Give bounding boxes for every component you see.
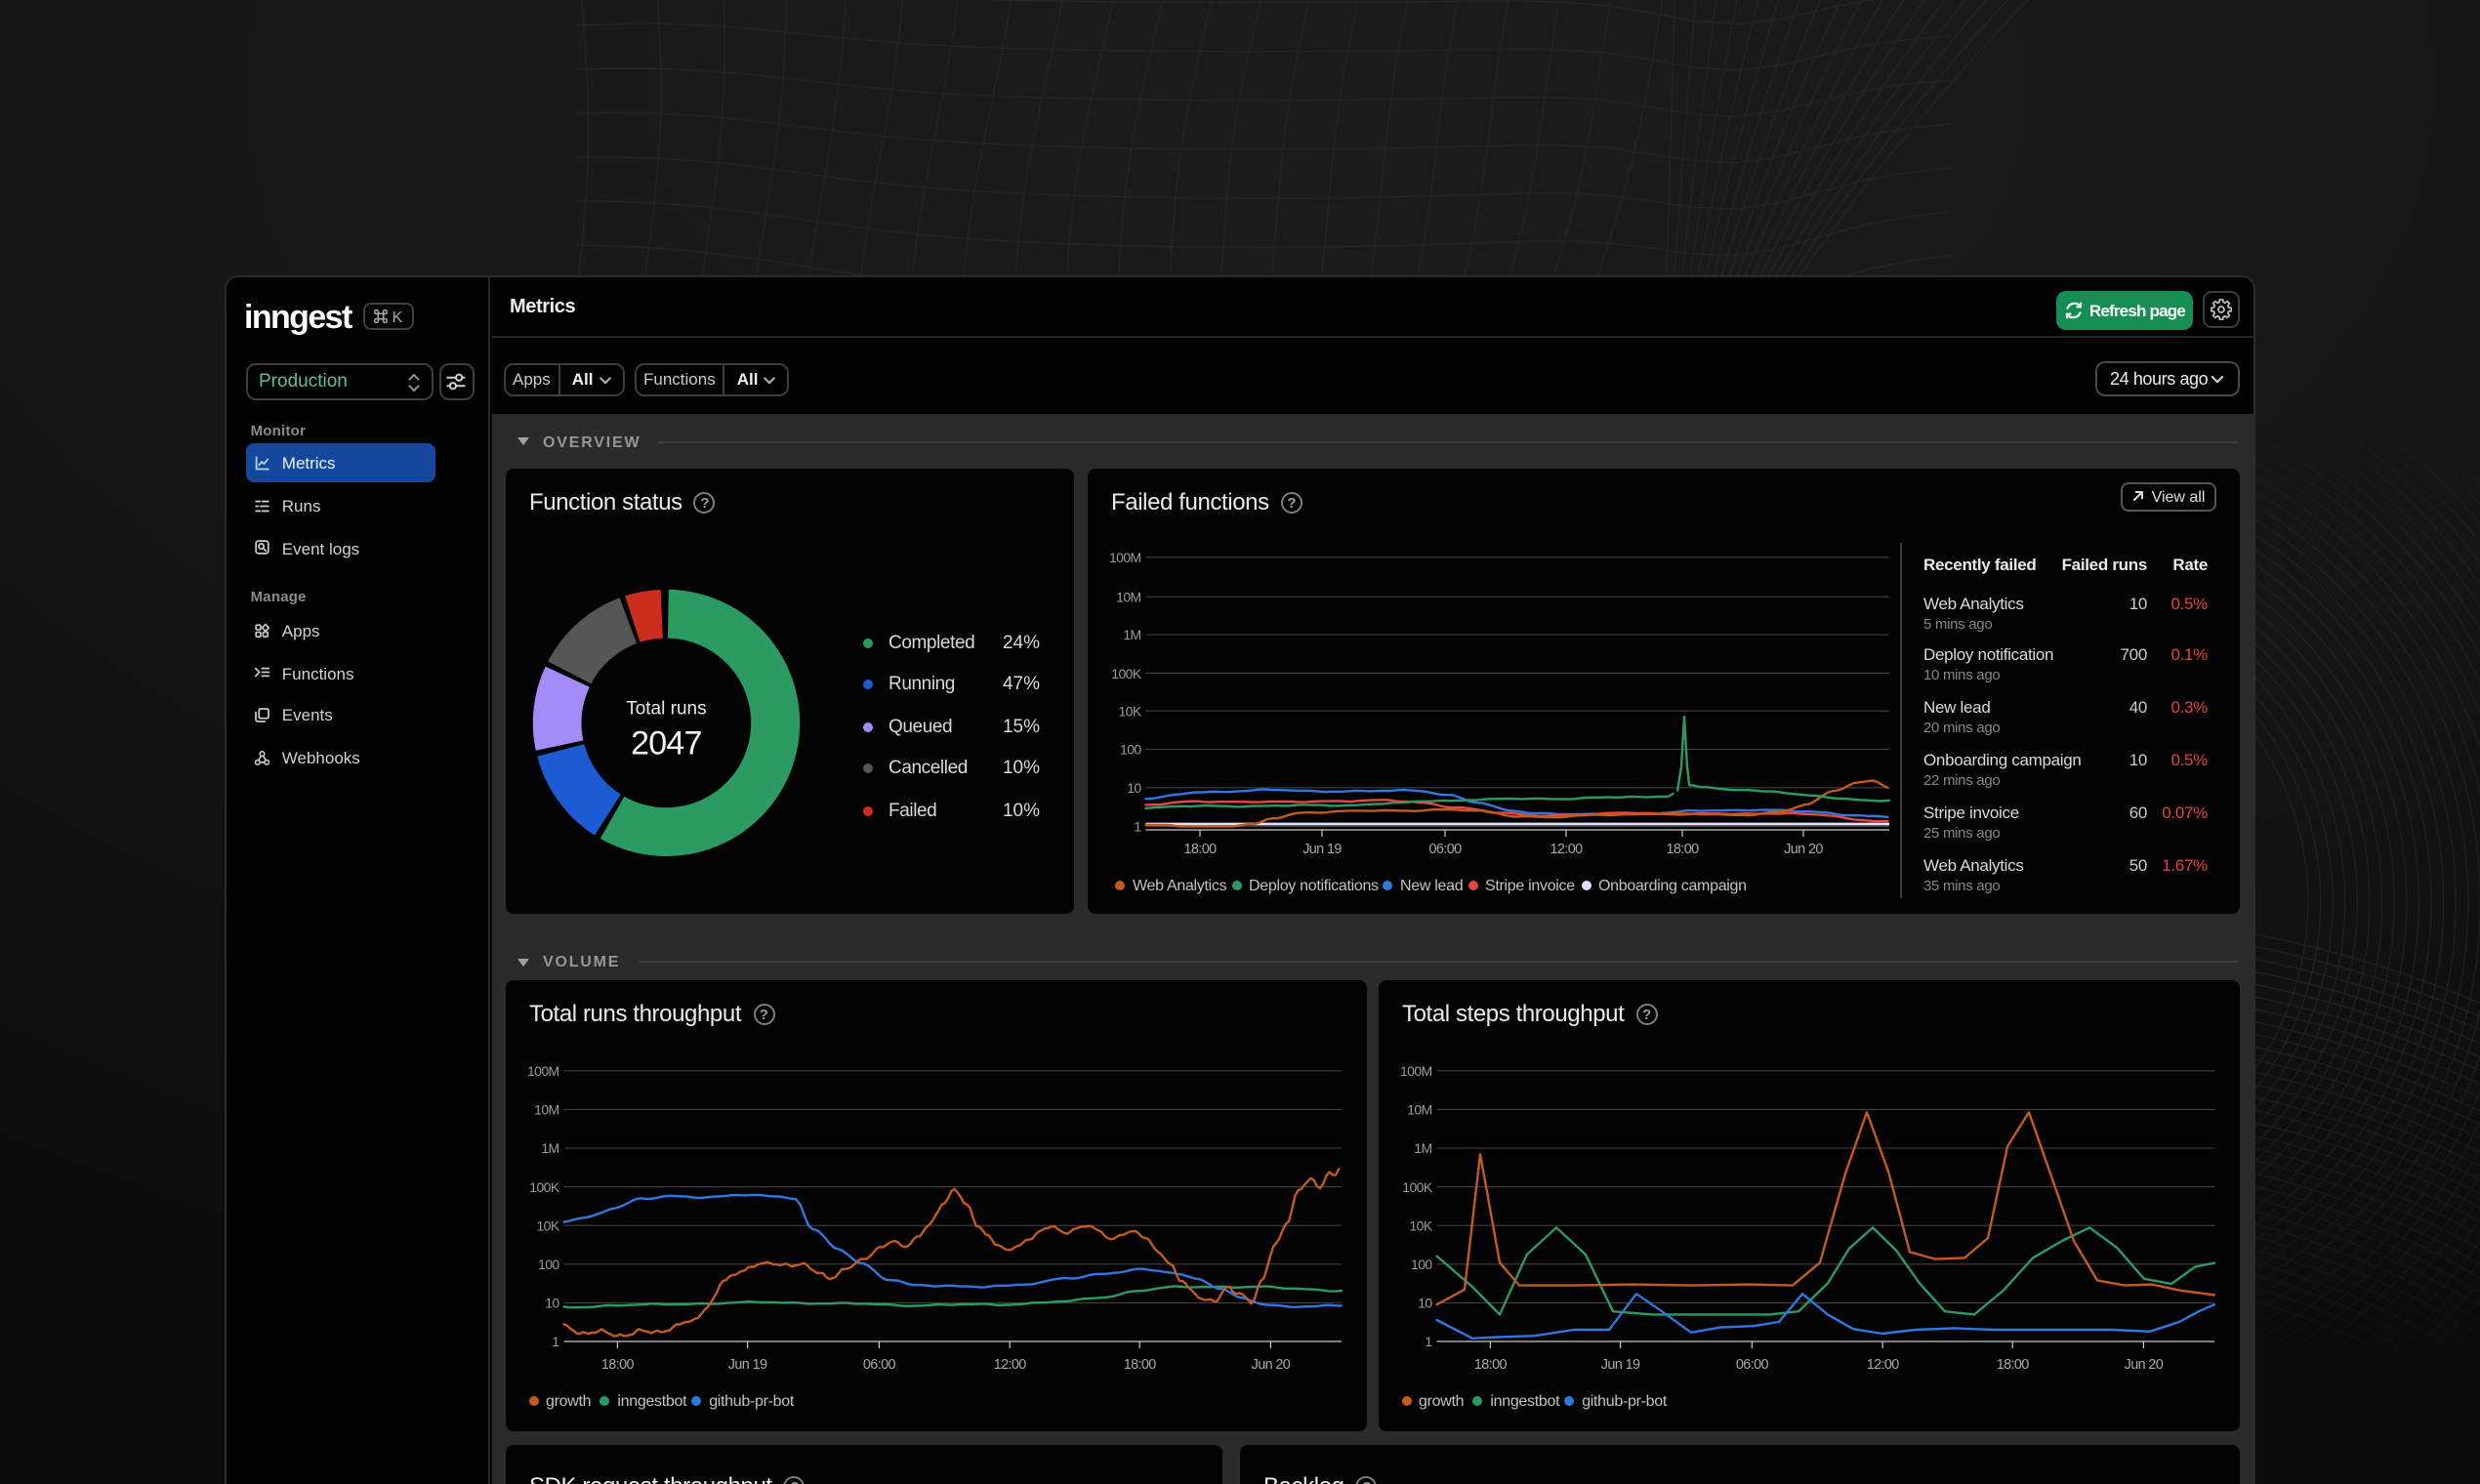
svg-text:Jun 20: Jun 20 <box>1252 1357 1291 1373</box>
svg-text:12:00: 12:00 <box>1550 842 1583 857</box>
svg-text:06:00: 06:00 <box>1736 1357 1769 1373</box>
svg-text:10: 10 <box>1127 780 1141 796</box>
svg-text:Jun 19: Jun 19 <box>1601 1357 1640 1373</box>
svg-text:10M: 10M <box>534 1102 558 1118</box>
svg-text:Jun 20: Jun 20 <box>2125 1357 2164 1373</box>
svg-text:1M: 1M <box>1414 1140 1431 1156</box>
svg-text:1M: 1M <box>1123 627 1140 642</box>
svg-text:2047: 2047 <box>631 724 701 762</box>
svg-text:1: 1 <box>1425 1334 1432 1349</box>
svg-text:18:00: 18:00 <box>1997 1357 2030 1373</box>
svg-text:1: 1 <box>1134 819 1141 835</box>
svg-text:06:00: 06:00 <box>863 1357 896 1373</box>
svg-text:100K: 100K <box>1111 666 1142 681</box>
svg-text:100M: 100M <box>1400 1063 1432 1079</box>
svg-text:10K: 10K <box>1409 1217 1432 1233</box>
svg-text:100M: 100M <box>527 1063 559 1079</box>
svg-text:Jun 19: Jun 19 <box>728 1357 767 1373</box>
svg-text:06:00: 06:00 <box>1428 842 1462 857</box>
svg-text:10: 10 <box>1418 1296 1432 1311</box>
svg-text:100M: 100M <box>1109 550 1141 565</box>
svg-text:18:00: 18:00 <box>601 1357 635 1373</box>
svg-text:100: 100 <box>1411 1257 1432 1272</box>
svg-text:100: 100 <box>1120 742 1141 758</box>
svg-text:10K: 10K <box>1118 703 1141 719</box>
svg-text:Jun 19: Jun 19 <box>1302 842 1342 857</box>
svg-text:12:00: 12:00 <box>1867 1357 1900 1373</box>
svg-text:10M: 10M <box>1407 1102 1431 1118</box>
svg-text:100: 100 <box>538 1257 559 1272</box>
svg-text:18:00: 18:00 <box>1474 1357 1508 1373</box>
svg-text:Jun 20: Jun 20 <box>1784 842 1823 857</box>
svg-text:18:00: 18:00 <box>1183 842 1217 857</box>
svg-text:10K: 10K <box>536 1217 559 1233</box>
svg-text:100K: 100K <box>1402 1179 1433 1195</box>
svg-text:10M: 10M <box>1116 589 1140 604</box>
svg-text:12:00: 12:00 <box>994 1357 1027 1373</box>
svg-text:100K: 100K <box>529 1179 560 1195</box>
svg-text:Total runs: Total runs <box>626 698 706 719</box>
svg-text:1: 1 <box>552 1334 559 1349</box>
svg-text:1M: 1M <box>541 1140 558 1156</box>
svg-text:18:00: 18:00 <box>1124 1357 1157 1373</box>
svg-text:18:00: 18:00 <box>1666 842 1699 857</box>
svg-text:10: 10 <box>545 1296 559 1311</box>
